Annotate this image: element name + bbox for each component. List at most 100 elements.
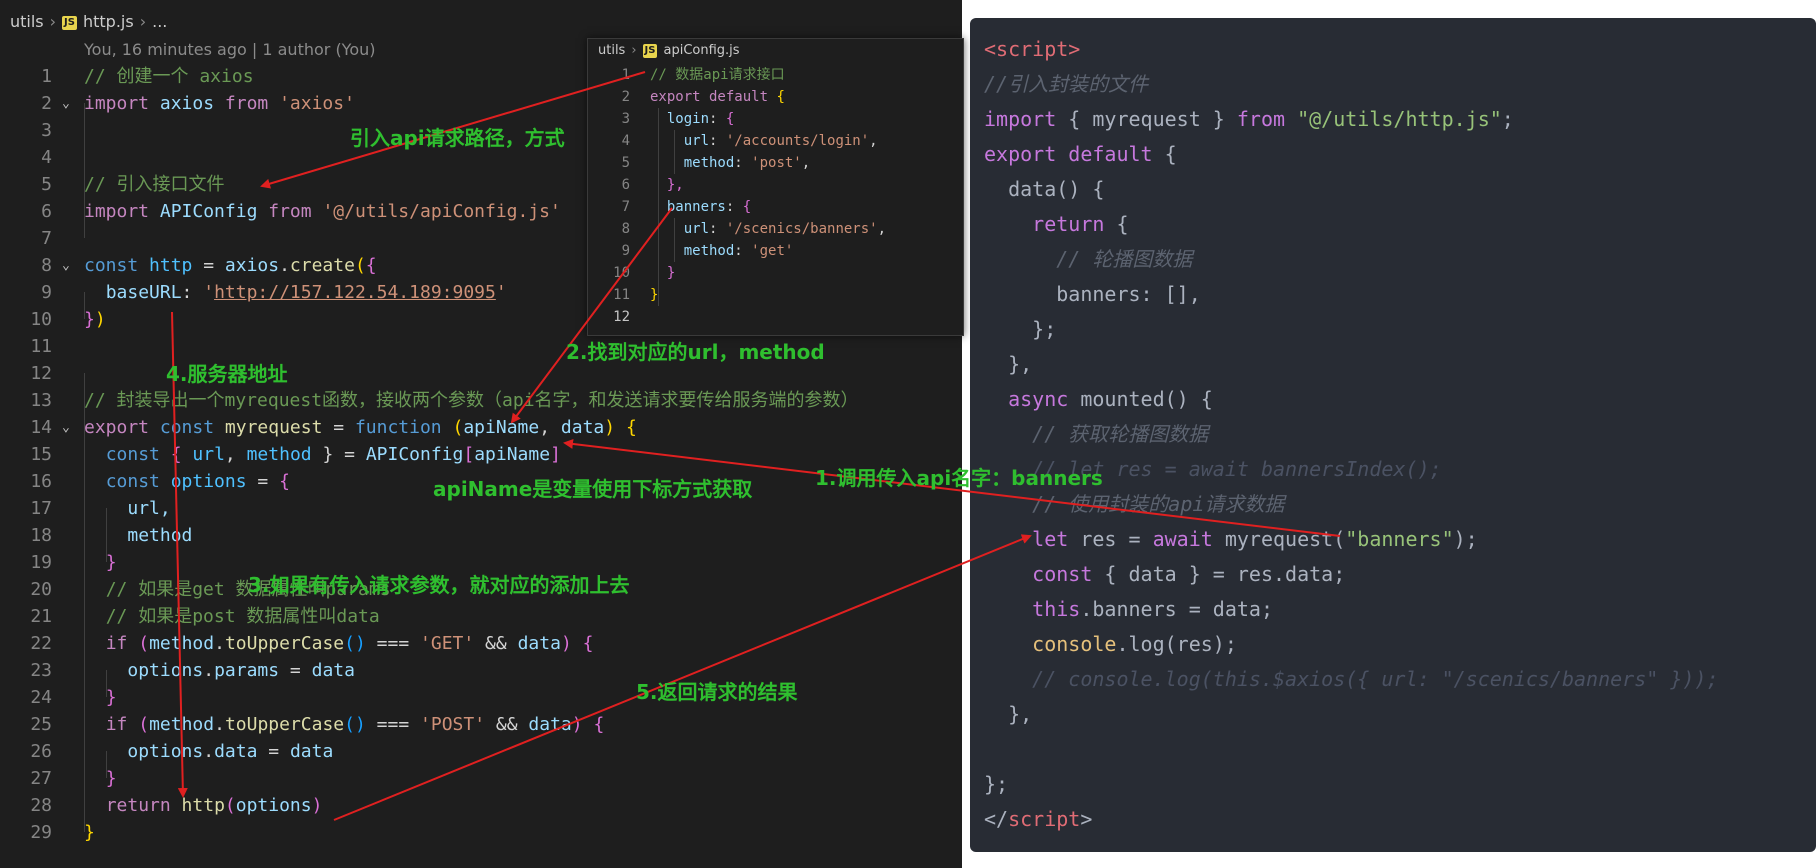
apiconfig-js-editor[interactable]: utils › JS apiConfig.js 1 // 数据api请求接口 2 expo…: [587, 38, 964, 336]
code-line: // 获取轮播图数据: [984, 417, 1208, 452]
keyword: let: [1032, 527, 1069, 551]
comment: // 轮播图数据: [1056, 247, 1193, 271]
code-line[interactable]: 14 ⌄ export const myrequest = function (ap…: [0, 414, 636, 441]
component-script-panel: <script> //引入封装的文件 import { myrequest } …: [970, 18, 1816, 852]
code-line[interactable]: 12: [0, 360, 84, 387]
code-line[interactable]: 9 baseURL: 'http://157.122.54.189:9095': [0, 279, 507, 306]
js-file-icon: JS: [62, 15, 77, 30]
code-line[interactable]: 29}: [0, 819, 95, 846]
identifier: options: [127, 741, 204, 762]
code-line[interactable]: 26 options.data = data: [0, 738, 333, 765]
code-line: let res = await myrequest("banners");: [984, 522, 1478, 557]
code-line[interactable]: 10}): [0, 306, 105, 333]
string: ': [495, 282, 507, 303]
code-line[interactable]: 22 if (method.toUpperCase() === 'GET' &&…: [0, 630, 593, 657]
string: 'axios': [268, 93, 355, 114]
annotation-add-params: 3.如果有传入请求参数，就对应的添加上去: [248, 573, 630, 597]
identifier: axios: [149, 93, 225, 114]
code-line[interactable]: 9 method: 'get': [588, 240, 794, 262]
code-line[interactable]: 1 // 创建一个 axios: [0, 63, 253, 90]
code-line[interactable]: 24 }: [0, 684, 116, 711]
operator: ===: [365, 633, 421, 654]
code-line[interactable]: 16 const options = {: [0, 468, 290, 495]
line-number: 8: [621, 221, 630, 237]
code-line[interactable]: 7 banners: {: [588, 196, 752, 218]
identifier: data: [517, 633, 561, 654]
code-line: console.log(res);: [984, 627, 1237, 662]
code-line: const { data } = res.data;: [984, 557, 1345, 592]
code-line[interactable]: 4 url: '/accounts/login',: [588, 130, 878, 152]
code-line[interactable]: 7: [0, 225, 84, 252]
code-line[interactable]: 15 const { url, method } = APIConfig[api…: [0, 441, 561, 468]
keyword: default: [700, 89, 769, 105]
code-line[interactable]: 11: [0, 333, 84, 360]
property: login: [666, 111, 710, 127]
code-line[interactable]: 6 import APIConfig from '@/utils/apiConfi…: [0, 198, 561, 225]
fold-chevron-icon[interactable]: ⌄: [62, 252, 70, 279]
bracket: (): [344, 633, 366, 654]
git-blame-info[interactable]: You, 16 minutes ago | 1 author (You): [84, 40, 376, 59]
parameter: apiName: [463, 417, 540, 438]
identifier: options: [159, 471, 247, 492]
code-line[interactable]: 8 ⌄ const http = axios.create({: [0, 252, 376, 279]
line-number: 16: [30, 471, 52, 492]
bracket: (: [224, 795, 236, 816]
code-line[interactable]: 5 method: 'post',: [588, 152, 811, 174]
code-line[interactable]: 21 // 如果是post 数据属性叫data: [0, 603, 379, 630]
code-line[interactable]: 28 return http(options): [0, 792, 322, 819]
line-number: 7: [621, 199, 630, 215]
fold-chevron-icon[interactable]: ⌄: [62, 414, 70, 441]
breadcrumb-file[interactable]: http.js: [83, 12, 134, 31]
punctuation: ,: [877, 221, 887, 237]
line-number: 21: [30, 606, 52, 627]
breadcrumb-more[interactable]: ...: [152, 12, 167, 31]
identifier: { myrequest }: [1056, 107, 1237, 131]
code-line[interactable]: 25 if (method.toUpperCase() === 'POST' &…: [0, 711, 604, 738]
code-line[interactable]: 11}: [588, 284, 658, 306]
function-name: toUpperCase: [224, 633, 345, 654]
code-line[interactable]: 17 url,: [0, 495, 170, 522]
line-number: 27: [30, 768, 52, 789]
keyword: return: [1032, 212, 1105, 236]
code-line[interactable]: 18 method: [0, 522, 192, 549]
identifier: http: [138, 255, 193, 276]
fold-chevron-icon[interactable]: ⌄: [62, 90, 70, 117]
script-tag: <script>: [984, 37, 1081, 61]
punctuation: );: [1453, 527, 1478, 551]
breadcrumb-folder[interactable]: utils: [10, 12, 44, 31]
bracket: }: [84, 822, 95, 843]
code-line[interactable]: 5 // 引入接口文件: [0, 171, 224, 198]
bracket: (: [441, 417, 464, 438]
operator: =: [257, 741, 290, 762]
line-number: 18: [30, 525, 52, 546]
code-line[interactable]: 12: [588, 306, 650, 328]
bracket: }: [650, 287, 659, 303]
code-line[interactable]: 3 login: {: [588, 108, 735, 130]
punctuation: ,: [224, 444, 247, 465]
annotation-server-address: 4.服务器地址: [166, 362, 288, 386]
code-line[interactable]: 23 options.params = data: [0, 657, 355, 684]
line-number: 8: [41, 255, 52, 276]
comment: // 数据api请求接口: [650, 67, 785, 83]
code-line[interactable]: 27 }: [0, 765, 116, 792]
script-tag: </: [984, 807, 1009, 831]
line-number: 22: [30, 633, 52, 654]
code-line[interactable]: 19 }: [0, 549, 116, 576]
code-line[interactable]: 3: [0, 117, 84, 144]
code-line[interactable]: 4: [0, 144, 84, 171]
code-line[interactable]: 8 url: '/scenics/banners',: [588, 218, 886, 240]
breadcrumb-folder[interactable]: utils: [598, 43, 625, 58]
comment: // 使用封装的api请求数据: [1032, 492, 1285, 516]
url-link[interactable]: http://157.122.54.189:9095: [214, 282, 496, 303]
line-number: 24: [30, 687, 52, 708]
code-line[interactable]: 13 // 封装导出一个myrequest函数，接收两个参数（api名字，和发送请…: [0, 387, 858, 414]
code-line[interactable]: 6 },: [588, 174, 684, 196]
keyword: const: [105, 471, 160, 492]
bracket: ): [311, 795, 323, 816]
code-line[interactable]: 2 export default {: [588, 86, 785, 108]
code-line[interactable]: 2 ⌄ import axios from 'axios': [0, 90, 355, 117]
code-line[interactable]: 1 // 数据api请求接口: [588, 64, 785, 86]
code-line[interactable]: 10 }: [588, 262, 675, 284]
breadcrumb-file[interactable]: apiConfig.js: [663, 43, 739, 58]
punctuation: .: [214, 633, 225, 654]
